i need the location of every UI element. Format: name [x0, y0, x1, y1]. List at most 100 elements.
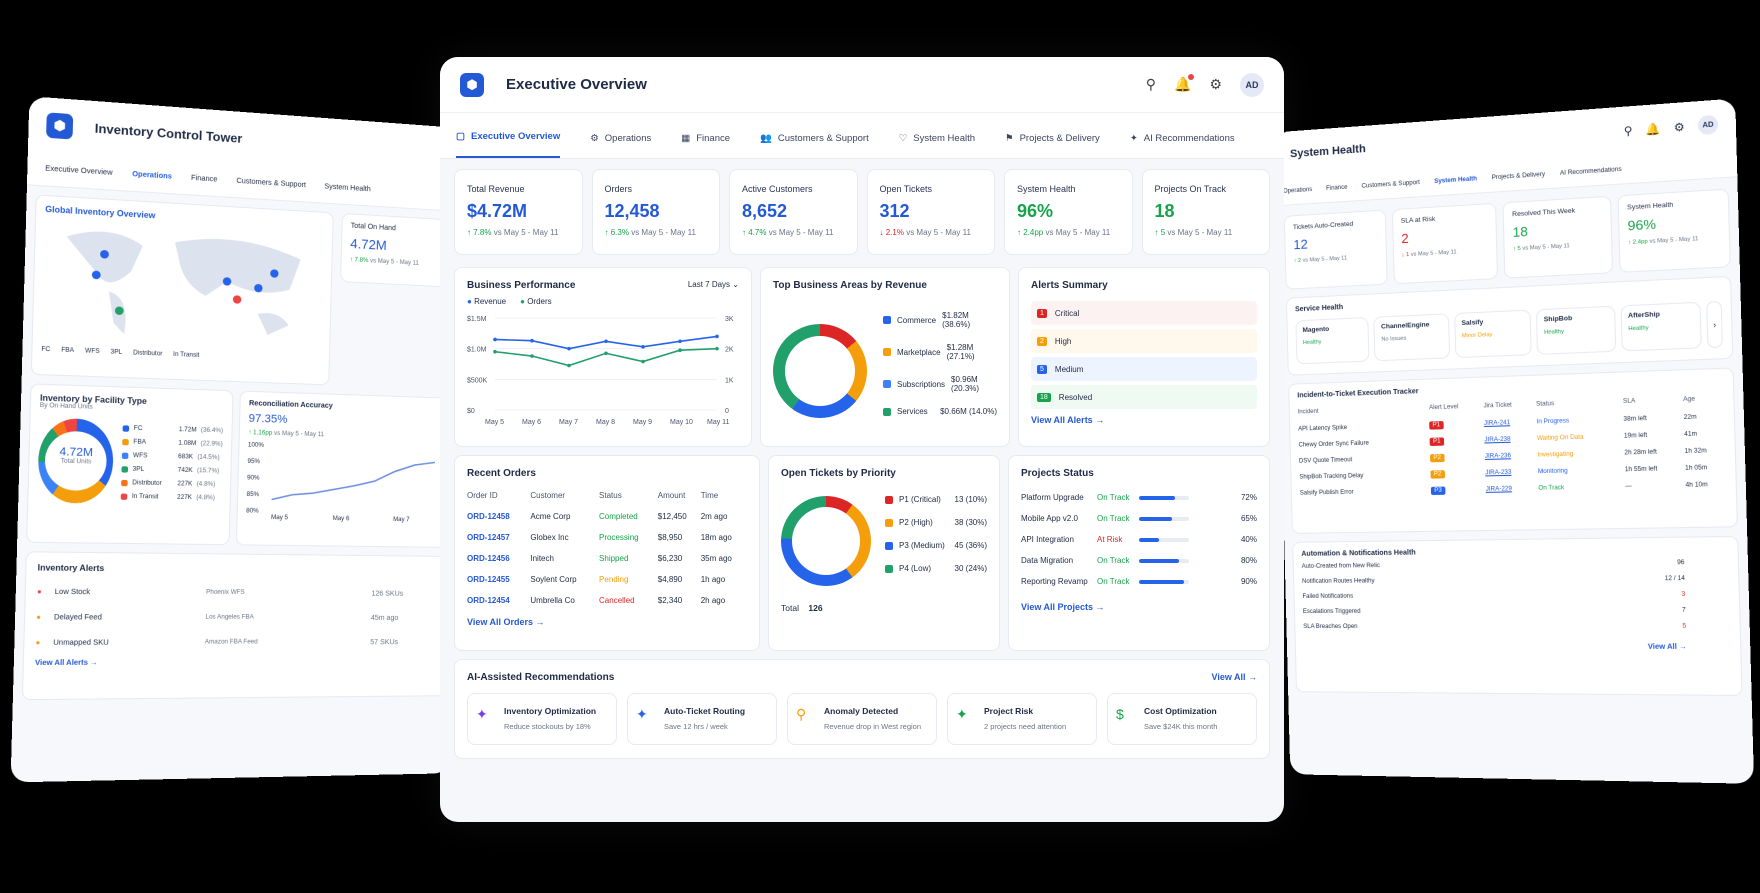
data-point-orders[interactable] [567, 363, 571, 368]
search-icon[interactable]: ⚲ [1146, 76, 1156, 93]
kpi-card[interactable]: System Health 96% ↑ 2.4pp vs May 5 - May 1… [1004, 169, 1133, 255]
view-all-orders-link[interactable]: View All Orders → [467, 617, 747, 627]
service-card[interactable]: Salsify Minor Delay [1453, 309, 1532, 359]
right-bell-icon[interactable]: 🔔 [1645, 121, 1660, 136]
user-avatar[interactable]: AD [1240, 72, 1264, 97]
data-point-orders[interactable] [530, 354, 534, 358]
left-tab-customers-support[interactable]: Customers & Support [236, 178, 306, 190]
kpi-card[interactable]: Open Tickets 312 ↓ 2.1% vs May 5 - May 11 [866, 169, 995, 255]
ai-recommendation-card[interactable]: ✦ Inventory Optimization Reduce stockouts … [467, 693, 617, 745]
table-row[interactable]: ORD-12456 Initech Shipped $6,230 35m ago [467, 548, 747, 569]
services-next-chevron-icon[interactable]: › [1706, 300, 1724, 349]
table-row[interactable]: ORD-12457 Globex Inc Processing $8,950 18m a… [467, 527, 747, 548]
left-tab-finance[interactable]: Finance [191, 175, 218, 184]
settings-gear-icon[interactable]: ⚙ [1209, 76, 1222, 93]
service-card[interactable]: Magento Healthy [1295, 316, 1370, 365]
data-point-revenue[interactable] [493, 337, 497, 342]
view-all-projects-link[interactable]: View All Projects → [1021, 602, 1257, 612]
ai-recommendation-card[interactable]: $ Cost Optimization Save $24K this month [1107, 693, 1257, 745]
order-id[interactable]: ORD-12456 [467, 548, 530, 569]
table-row[interactable]: ORD-12454 Umbrella Co Cancelled $2,340 2h ag… [467, 590, 747, 611]
recommendation-title: Project Risk [984, 706, 1034, 716]
project-row[interactable]: Data Migration On Track 80% [1021, 550, 1257, 571]
project-row[interactable]: API Integration At Risk 40% [1021, 529, 1257, 550]
alert-row[interactable]: 18 Resolved [1031, 385, 1257, 409]
jira-ticket[interactable]: JIRA-229 [1485, 480, 1538, 498]
view-all-inventory-alerts-link[interactable]: View All Alerts → [35, 658, 436, 667]
alert-row[interactable]: 5 Medium [1031, 357, 1257, 381]
project-row[interactable]: Reporting Revamp On Track 90% [1021, 571, 1257, 592]
data-point-revenue[interactable] [530, 338, 534, 343]
view-all-alerts-link[interactable]: View All Alerts → [1031, 415, 1257, 425]
tab-customers-support[interactable]: 👥 Customers & Support [760, 133, 869, 158]
data-point-revenue[interactable] [678, 339, 682, 344]
range-select[interactable]: Last 7 Days ⌄ [688, 280, 739, 291]
right-tab-operations[interactable]: Operations [1283, 186, 1312, 194]
data-point-orders[interactable] [715, 346, 719, 351]
jira-ticket[interactable]: JIRA-238 [1484, 431, 1537, 449]
tab-system-health[interactable]: ♡ System Health [899, 133, 975, 158]
order-id[interactable]: ORD-12455 [467, 569, 530, 590]
data-point-orders[interactable] [493, 349, 497, 354]
data-point-revenue[interactable] [604, 339, 608, 344]
data-point-orders[interactable] [678, 348, 682, 352]
right-kpi-card[interactable]: Resolved This Week 18 ↑ 5 vs May 5 - May 1… [1502, 195, 1613, 279]
service-card[interactable]: ChannelEngine No Issues [1373, 313, 1450, 362]
view-all-ai-link[interactable]: View All → [1211, 672, 1257, 683]
left-tab-operations[interactable]: Operations [132, 171, 172, 181]
recommendation-icon: ✦ [636, 706, 648, 722]
right-tab-ai-recommendations[interactable]: AI Recommendations [1560, 166, 1622, 176]
project-row[interactable]: Mobile App v2.0 On Track 65% [1021, 508, 1257, 529]
ai-recommendation-card[interactable]: ✦ Auto-Ticket Routing Save 12 hrs / week [627, 693, 777, 745]
data-point-orders[interactable] [641, 359, 645, 364]
automation-value: 12 / 14 [1664, 575, 1685, 583]
alert-row[interactable]: 2 High [1031, 329, 1257, 353]
kpi-card[interactable]: Orders 12,458 ↑ 6.3% vs May 5 - May 11 [591, 169, 720, 255]
ai-recommendation-card[interactable]: ⚲ Anomaly Detected Revenue drop in West re… [787, 693, 937, 745]
jira-ticket[interactable]: JIRA-236 [1485, 447, 1538, 465]
open-tickets-card: Open Tickets by Priority P1 (Critical) 13… [768, 455, 1000, 651]
right-tab-system-health[interactable]: System Health [1434, 176, 1477, 185]
right-kpi-card[interactable]: SLA at Risk 2 ↓ 1 vs May 5 - May 11 [1391, 202, 1499, 285]
left-tab-system-health[interactable]: System Health [324, 183, 370, 193]
kpi-card[interactable]: Active Customers 8,652 ↑ 4.7% vs May 5 - M… [729, 169, 858, 255]
alert-row[interactable]: 1 Critical [1031, 301, 1257, 325]
project-row[interactable]: Platform Upgrade On Track 72% [1021, 487, 1257, 508]
right-search-icon[interactable]: ⚲ [1624, 123, 1633, 137]
right-gear-icon[interactable]: ⚙ [1674, 120, 1685, 134]
tab-finance[interactable]: ▦ Finance [681, 133, 730, 158]
recon-delta: ↑ 1.16pp [248, 429, 273, 437]
right-kpi-card[interactable]: System Health 96% ↑ 2.4pp vs May 5 - May 1… [1616, 188, 1731, 273]
right-tab-projects-delivery[interactable]: Projects & Delivery [1492, 171, 1546, 181]
tab-ai-recommendations[interactable]: ✦ AI Recommendations [1130, 133, 1235, 158]
jira-ticket[interactable]: JIRA-241 [1484, 414, 1537, 432]
data-point-revenue[interactable] [641, 345, 645, 349]
right-view-all-link[interactable]: View All → [1304, 643, 1732, 651]
right-tab-finance[interactable]: Finance [1326, 184, 1348, 191]
notification-bell-icon[interactable]: 🔔 [1174, 74, 1195, 93]
right-tab-customers-support[interactable]: Customers & Support [1361, 179, 1419, 189]
order-id[interactable]: ORD-12458 [467, 506, 530, 527]
jira-ticket[interactable]: JIRA-233 [1485, 464, 1538, 482]
inventory-alert-row[interactable]: ● Delayed Feed Los Angeles FBA 45m ago [36, 604, 437, 630]
right-avatar[interactable]: AD [1697, 114, 1719, 136]
kpi-card[interactable]: Total Revenue $4.72M ↑ 7.8% vs May 5 - May… [454, 169, 583, 255]
tab-operations[interactable]: ⚙ Operations [590, 133, 651, 158]
data-point-revenue[interactable] [567, 346, 571, 351]
order-id[interactable]: ORD-12454 [467, 590, 530, 611]
table-row[interactable]: ORD-12458 Acme Corp Completed $12,450 2m ago [467, 506, 747, 527]
tab-projects-delivery[interactable]: ⚑ Projects & Delivery [1005, 133, 1100, 158]
kpi-card[interactable]: Projects On Track 18 ↑ 5 vs May 5 - May 11 [1141, 169, 1270, 255]
inventory-alert-row[interactable]: ● Unmapped SKU Amazon FBA Feed 57 SKUs [35, 630, 436, 655]
inventory-alert-row[interactable]: ● Low Stock Phoenix WFS 126 SKUs [37, 579, 438, 606]
data-point-orders[interactable] [604, 351, 608, 356]
left-tab-executive-overview[interactable]: Executive Overview [45, 165, 113, 177]
service-card[interactable]: AfterShip Healthy [1620, 301, 1702, 352]
data-point-revenue[interactable] [715, 334, 719, 339]
right-kpi-card[interactable]: Tickets Auto-Created 12 ↑ 2 vs May 5 - May… [1283, 209, 1388, 290]
table-row[interactable]: ORD-12455 Soylent Corp Pending $4,890 1h ago [467, 569, 747, 590]
service-card[interactable]: ShipBob Healthy [1536, 305, 1616, 355]
tab-executive-overview[interactable]: ▢ Executive Overview [456, 131, 561, 158]
order-id[interactable]: ORD-12457 [467, 527, 530, 548]
ai-recommendation-card[interactable]: ✦ Project Risk 2 projects need attention [947, 693, 1097, 745]
